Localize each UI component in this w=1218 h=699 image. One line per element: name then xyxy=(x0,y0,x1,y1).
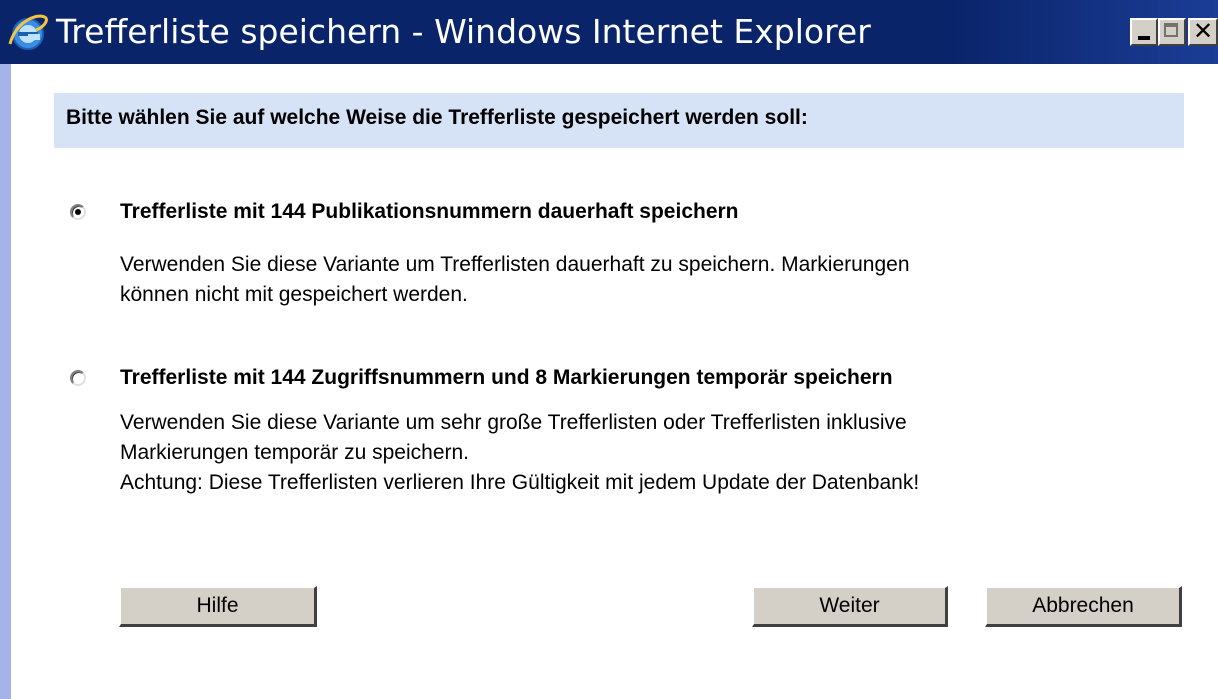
instruction-heading: Bitte wählen Sie auf welche Weise die Tr… xyxy=(66,106,808,129)
dialog-window: Trefferliste speichern - Windows Interne… xyxy=(0,0,1218,699)
description-line: Verwenden Sie diese Variante um Trefferl… xyxy=(120,253,910,276)
title-bar[interactable]: Trefferliste speichern - Windows Interne… xyxy=(0,0,1218,64)
minimize-icon xyxy=(1138,36,1150,40)
window-frame-edge xyxy=(0,64,11,699)
maximize-button[interactable] xyxy=(1158,18,1186,46)
cancel-button[interactable]: Abbrechen xyxy=(985,586,1182,627)
window-title: Trefferliste speichern - Windows Interne… xyxy=(56,12,871,51)
description-line: Achtung: Diese Trefferlisten verlieren I… xyxy=(120,471,920,494)
option-permanent-label[interactable]: Trefferliste mit 144 Publikationsnummern… xyxy=(120,200,739,224)
option-permanent-radio[interactable] xyxy=(70,204,86,220)
option-temporary-label[interactable]: Trefferliste mit 144 Zugriffsnummern und… xyxy=(120,366,893,390)
option-temporary-description: Verwenden Sie diese Variante um sehr gro… xyxy=(120,408,919,498)
maximize-icon xyxy=(1164,23,1178,37)
minimize-button[interactable] xyxy=(1130,18,1158,46)
help-button[interactable]: Hilfe xyxy=(119,586,317,627)
description-line: können nicht mit gespeichert werden. xyxy=(120,283,468,306)
description-line: Markierungen temporär zu speichern. xyxy=(120,441,470,464)
description-line: Verwenden Sie diese Variante um sehr gro… xyxy=(120,411,907,434)
option-temporary-radio[interactable] xyxy=(70,370,86,386)
close-button[interactable]: ✕ xyxy=(1188,18,1218,46)
next-button[interactable]: Weiter xyxy=(752,586,948,627)
instruction-banner: Bitte wählen Sie auf welche Weise die Tr… xyxy=(54,93,1184,148)
option-permanent-description: Verwenden Sie diese Variante um Trefferl… xyxy=(120,250,910,310)
internet-explorer-icon xyxy=(8,14,48,50)
close-icon: ✕ xyxy=(1192,17,1214,45)
